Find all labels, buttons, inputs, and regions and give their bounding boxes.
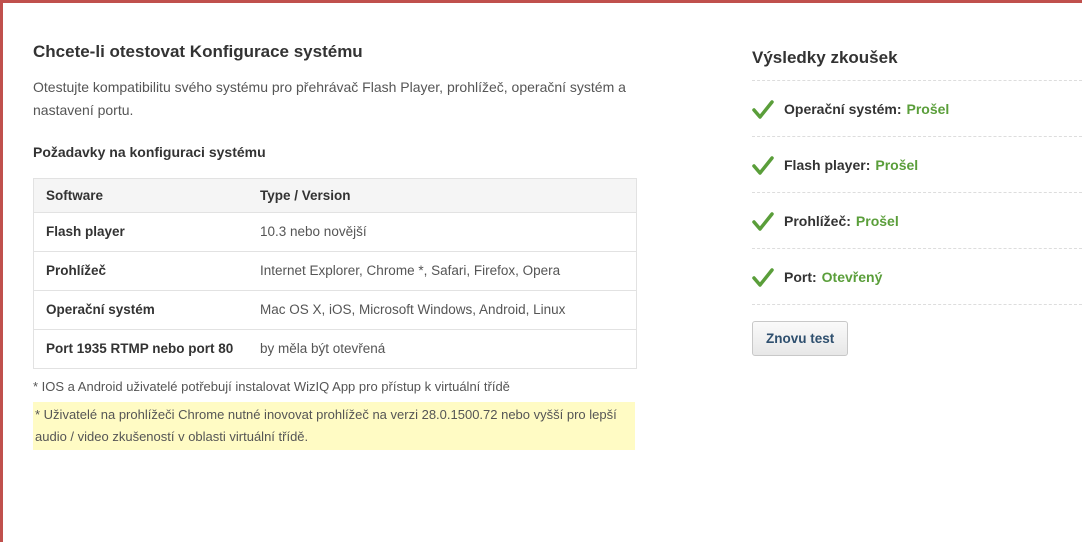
check-icon [752,155,774,175]
result-label: Port: [784,268,817,285]
table-row: Flash player 10.3 nebo novější [33,212,637,252]
table-row: Operační systém Mac OS X, iOS, Microsoft… [33,290,637,330]
result-value: Otevřený [821,268,883,285]
top-border [0,0,1082,3]
result-label: Operační systém: [784,100,902,117]
table-row: Prohlížeč Internet Explorer, Chrome *, S… [33,251,637,291]
check-icon [752,267,774,287]
retest-button[interactable]: Znovu test [752,321,849,356]
column-header-version: Type / Version [248,178,637,213]
page-title: Chcete-li otestovat Konfigurace systému [33,42,363,61]
row-version: 10.3 nebo novější [248,212,637,252]
result-label: Flash player: [784,156,871,173]
row-software: Port 1935 RTMP nebo port 80 [33,329,248,369]
result-browser: Prohlížeč: Prošel [752,193,1082,249]
table-row: Port 1935 RTMP nebo port 80 by měla být … [33,329,637,369]
system-check-panel: Chcete-li otestovat Konfigurace systému … [33,42,643,450]
requirements-table: Software Type / Version Flash player 10.… [33,178,637,369]
result-label: Prohlížeč: [784,212,851,229]
row-version: Mac OS X, iOS, Microsoft Windows, Androi… [248,290,637,330]
result-os: Operační systém: Prošel [752,81,1082,137]
column-header-software: Software [33,178,248,213]
row-software: Prohlížeč [33,251,248,291]
row-version: Internet Explorer, Chrome *, Safari, Fir… [248,251,637,291]
result-port: Port: Otevřený [752,249,1082,305]
check-icon [752,99,774,119]
results-title: Výsledky zkoušek [752,48,1082,81]
row-version: by měla být otevřená [248,329,637,369]
row-software: Flash player [33,212,248,252]
result-value: Prošel [906,100,950,117]
result-value: Prošel [875,156,919,173]
table-header-row: Software Type / Version [33,178,637,213]
result-flash: Flash player: Prošel [752,137,1082,193]
left-border [0,0,3,542]
result-value: Prošel [855,212,899,229]
row-software: Operační systém [33,290,248,330]
mobile-note: * IOS a Android uživatelé potřebují inst… [33,379,510,394]
chrome-note: * Uživatelé na prohlížeči Chrome nutné i… [33,402,635,450]
requirements-title: Požadavky na konfiguraci systému [33,144,266,160]
check-icon [752,211,774,231]
results-panel: Výsledky zkoušek Operační systém: Prošel… [752,48,1082,356]
intro-text: Otestujte kompatibilitu svého systému pr… [33,79,626,118]
